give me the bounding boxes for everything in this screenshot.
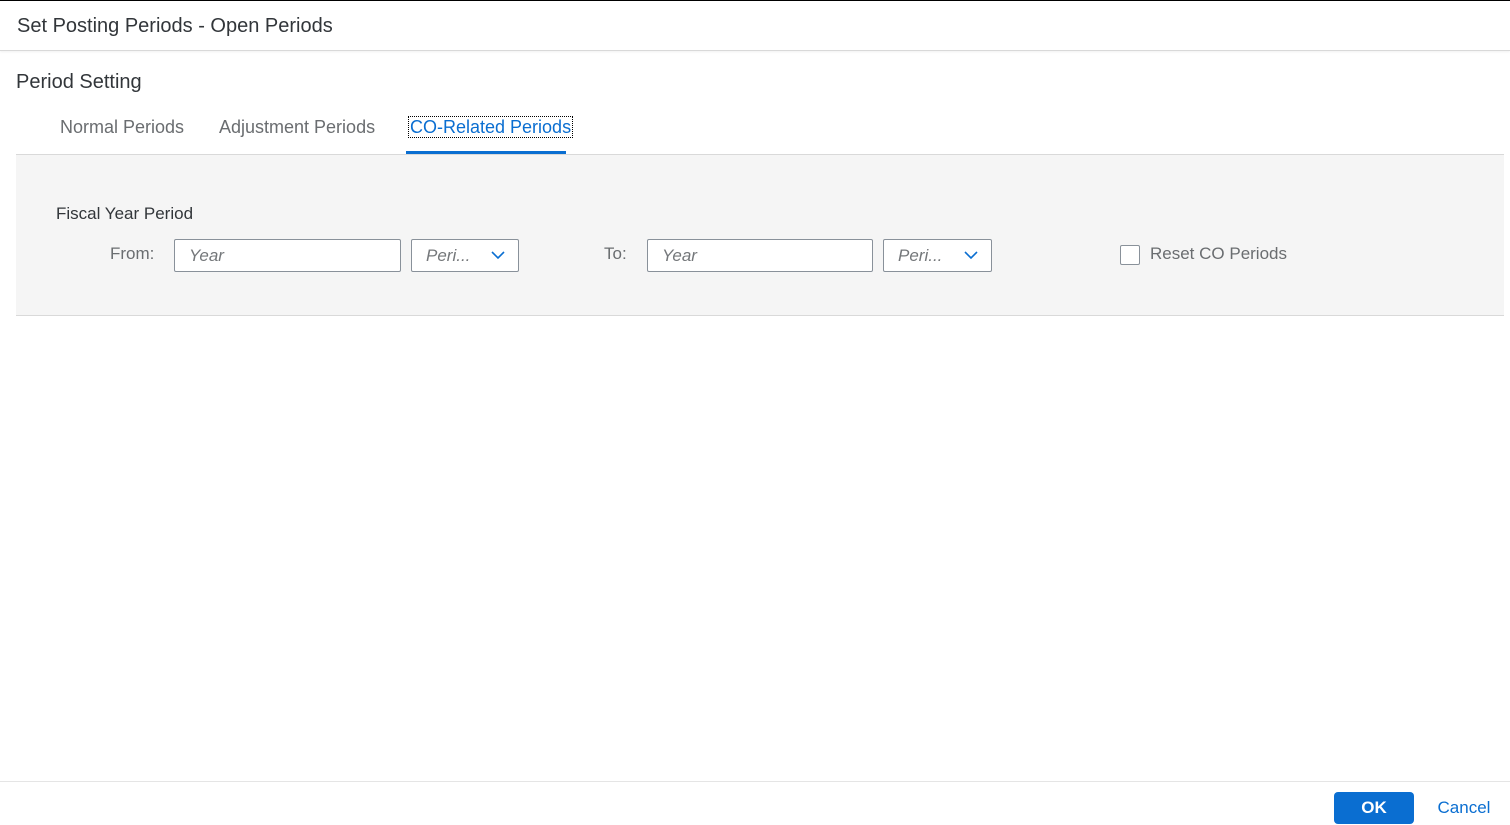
reset-co-periods-checkbox[interactable]	[1120, 245, 1140, 265]
tab-label: Adjustment Periods	[219, 117, 376, 137]
tab-label: Normal Periods	[60, 117, 185, 137]
dialog-header: Set Posting Periods - Open Periods	[0, 1, 1510, 51]
tab-label: CO-Related Periods	[407, 116, 574, 138]
section-title: Period Setting	[16, 71, 142, 93]
from-period-placeholder: Peri...	[426, 246, 471, 265]
to-year-input[interactable]	[647, 239, 873, 272]
ok-button[interactable]: OK	[1334, 792, 1414, 824]
cancel-button[interactable]: Cancel	[1428, 792, 1500, 824]
chevron-down-icon	[964, 251, 978, 260]
to-period-placeholder: Peri...	[898, 246, 943, 265]
fiscal-year-period-title: Fiscal Year Period	[56, 204, 194, 223]
chevron-down-icon	[491, 251, 505, 260]
dialog-footer: OK Cancel	[0, 781, 1510, 825]
tab-panel-co-related-periods: Fiscal Year Period From: Peri... To: Per…	[16, 155, 1504, 316]
to-period-select[interactable]: Peri...	[883, 239, 992, 272]
to-label: To:	[604, 244, 627, 263]
from-label: From:	[110, 244, 155, 263]
tab-bar: Normal Periods Adjustment Periods CO-Rel…	[16, 101, 1504, 155]
dialog: Set Posting Periods - Open Periods Perio…	[0, 0, 1510, 825]
tab-co-related-periods[interactable]: CO-Related Periods	[407, 114, 574, 142]
from-period-select[interactable]: Peri...	[411, 239, 519, 272]
active-tab-indicator	[406, 151, 566, 154]
from-year-input[interactable]	[174, 239, 401, 272]
reset-co-periods-label[interactable]: Reset CO Periods	[1150, 244, 1287, 264]
tab-adjustment-periods[interactable]: Adjustment Periods	[219, 114, 375, 142]
tab-normal-periods[interactable]: Normal Periods	[60, 114, 184, 142]
dialog-title: Set Posting Periods - Open Periods	[17, 15, 333, 37]
